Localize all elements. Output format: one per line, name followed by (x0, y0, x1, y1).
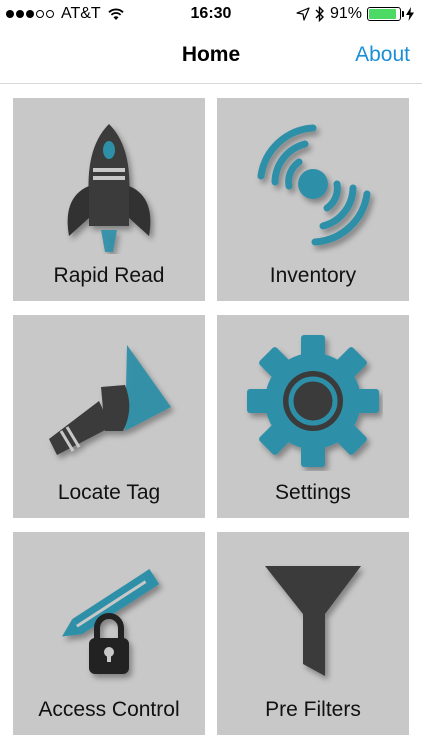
battery-icon (367, 7, 404, 21)
tile-rapid-read[interactable]: Rapid Read (13, 98, 205, 301)
gear-icon (247, 335, 379, 467)
funnel-icon (265, 566, 361, 676)
tile-label: Pre Filters (265, 698, 361, 721)
battery-fill (369, 9, 397, 19)
tile-label: Locate Tag (57, 481, 161, 504)
pencil-lock-icon (62, 569, 160, 674)
tile-settings[interactable]: Settings (217, 315, 409, 518)
status-right: 91% (296, 5, 414, 23)
about-button[interactable]: About (355, 43, 410, 67)
rocket-icon (67, 124, 151, 252)
flashlight-icon (49, 345, 171, 455)
battery-percent: 91% (329, 5, 362, 22)
navigation-bar: Home About (0, 30, 422, 84)
tile-locate-tag[interactable]: Locate Tag (13, 315, 205, 518)
tile-pre-filters[interactable]: Pre Filters (217, 532, 409, 735)
tile-label: Rapid Read (53, 264, 165, 287)
location-arrow-icon (296, 7, 310, 21)
tile-label: Settings (275, 481, 351, 504)
status-bar: AT&T 16:30 91% (0, 0, 422, 30)
tile-inventory[interactable]: Inventory (217, 98, 409, 301)
bluetooth-icon (315, 6, 324, 22)
tile-label: Access Control (38, 698, 180, 721)
home-screen: AT&T 16:30 91% Home About Rapid Read Inv… (0, 0, 422, 750)
tile-label: Inventory (269, 264, 357, 287)
signal-waves-icon (257, 124, 371, 246)
tile-access-control[interactable]: Access Control (13, 532, 205, 735)
charging-bolt-icon (406, 7, 414, 21)
